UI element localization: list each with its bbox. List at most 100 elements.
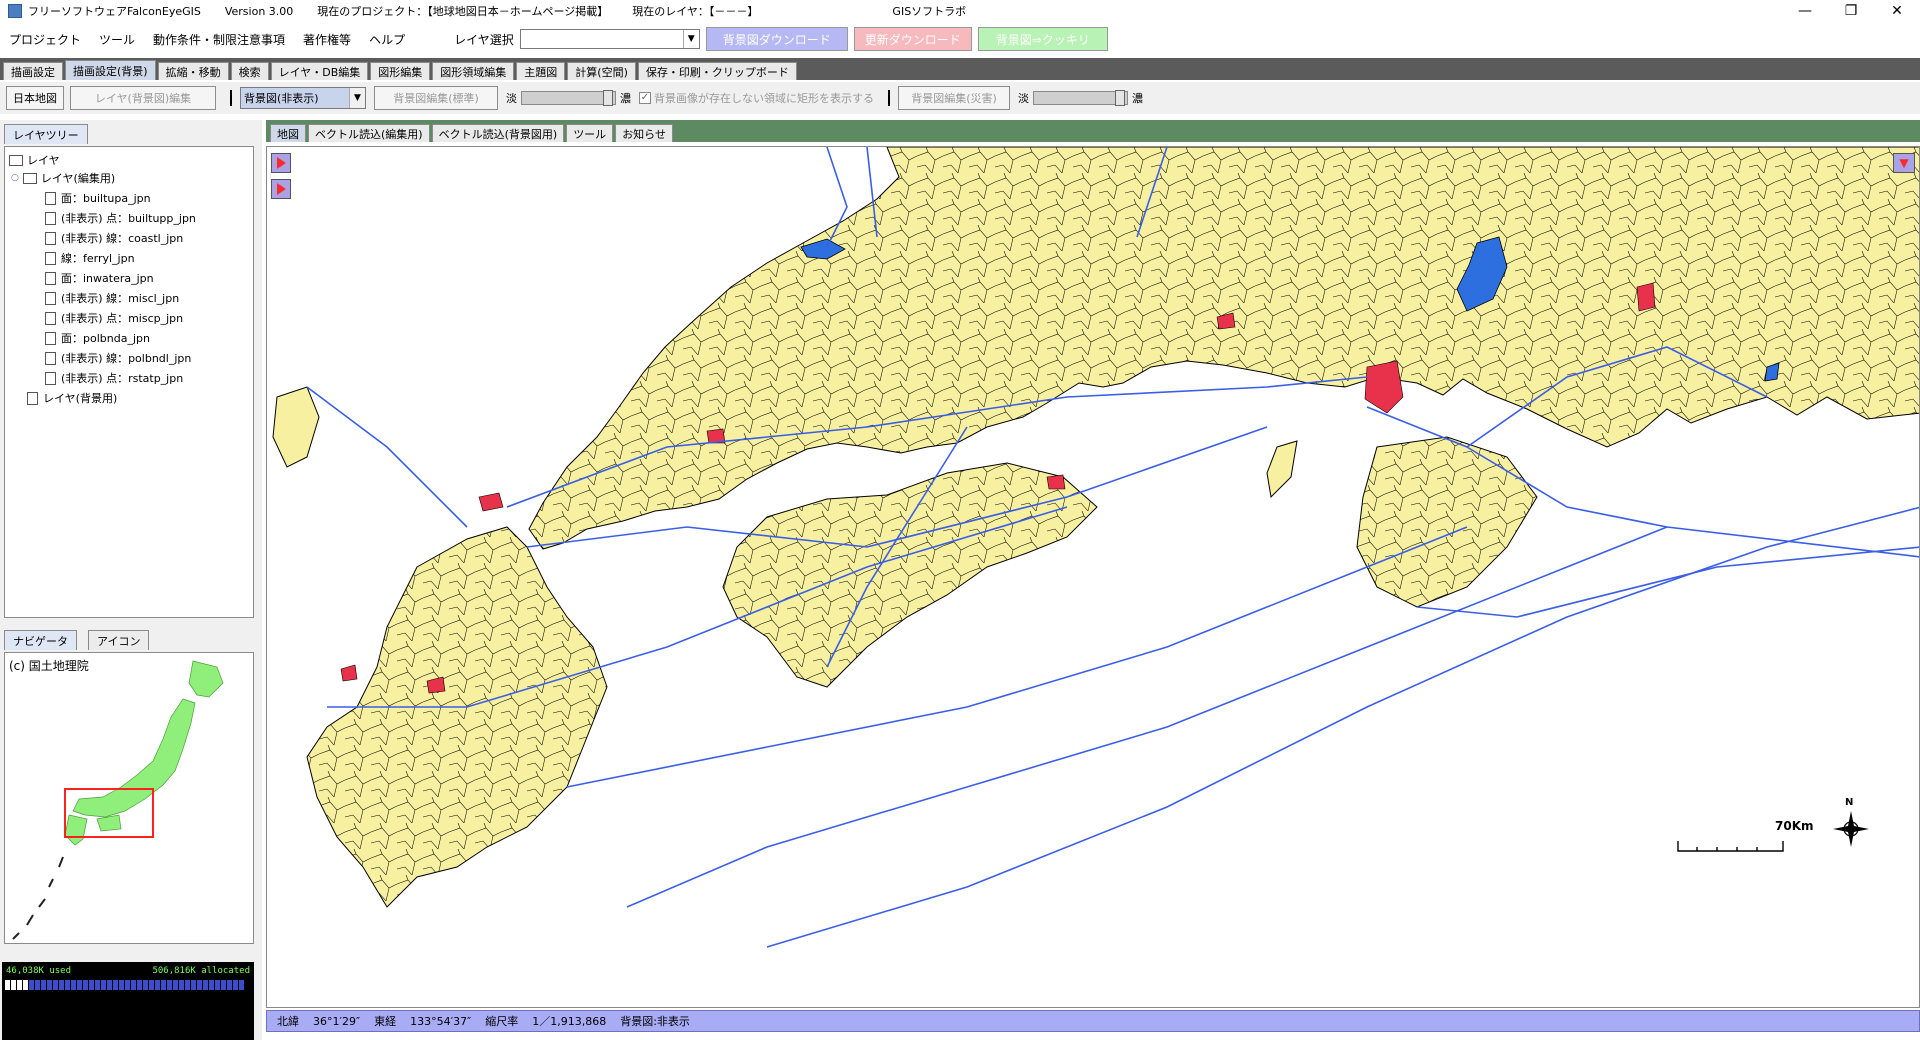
tree-bg-group[interactable]: レイヤ(背景用) — [27, 389, 117, 407]
memory-segment — [143, 980, 148, 990]
memory-segment — [137, 980, 142, 990]
tree-layer-item[interactable]: 面：polbnda_jpn — [45, 329, 150, 347]
tab-vector-edit[interactable]: ベクトル読込(編集用) — [308, 124, 430, 142]
menu-copyright[interactable]: 著作権等 — [294, 31, 360, 48]
kyushu-shape — [64, 814, 88, 846]
navigator-map[interactable]: (c) 国土地理院 — [4, 652, 254, 944]
tree-layer-label: (非表示) 点：miscp_jpn — [61, 312, 184, 325]
memory-segment — [71, 980, 76, 990]
map-frame: 地図 ベクトル読込(編集用) ベクトル読込(背景図用) ツール お知らせ ▼ 7… — [266, 120, 1920, 1040]
tree-bg-group-label: レイヤ(背景用) — [43, 392, 118, 405]
memory-segment — [113, 980, 118, 990]
slider-thumb[interactable] — [1115, 90, 1125, 106]
file-icon — [45, 251, 56, 265]
ferry-route — [566, 526, 1468, 788]
tree-root[interactable]: レイヤ — [9, 151, 60, 169]
overview-map[interactable] — [5, 653, 253, 943]
chevron-down-icon[interactable]: ▼ — [349, 88, 365, 108]
play-icon[interactable] — [271, 153, 291, 173]
maximize-icon[interactable]: ❐ — [1828, 0, 1874, 22]
tab-layer-db-edit[interactable]: レイヤ・DB編集 — [270, 62, 369, 80]
tab-shape-region-edit[interactable]: 図形領域編集 — [432, 62, 515, 80]
menu-bar: プロジェクト ツール 動作条件・制限注意事項 著作権等 ヘルプ レイヤ選択 ▼ … — [0, 24, 1920, 54]
expand-icon[interactable]: ○ — [11, 173, 19, 183]
title-bar: フリーソフトウェアFalconEyeGIS Version 3.00 現在のプロ… — [0, 0, 1920, 22]
tab-draw-settings-bg[interactable]: 描画設定(背景) — [65, 60, 156, 80]
opacity-slider[interactable] — [521, 90, 616, 106]
map-svg[interactable] — [267, 147, 1920, 1008]
bg-edit-standard-button[interactable]: 背景図編集(標準) — [374, 86, 498, 110]
tab-tools[interactable]: ツール — [566, 124, 614, 142]
tab-layer-tree[interactable]: レイヤツリー — [4, 124, 88, 144]
company-name: GISソフトラボ — [892, 5, 967, 18]
tree-layer-item[interactable]: (非表示) 点：builtupp_jpn — [45, 209, 196, 227]
separator — [230, 90, 232, 106]
layer-tree: レイヤ ○ レイヤ(編集用) 面：builtupa_jpn (非表示) 点：bu… — [4, 146, 254, 618]
minimize-icon[interactable]: — — [1782, 0, 1828, 22]
tab-save-print[interactable]: 保存・印刷・クリップボード — [637, 62, 797, 80]
map-canvas[interactable]: ▼ 70Km N — [266, 146, 1920, 1008]
play-icon[interactable] — [271, 179, 291, 199]
urban-kitakyushu — [478, 492, 504, 512]
north-label: N — [1845, 797, 1854, 808]
memory-segment — [185, 980, 190, 990]
close-icon[interactable]: ✕ — [1874, 0, 1920, 22]
tree-layer-item[interactable]: 線：ferryl_jpn — [45, 249, 135, 267]
tree-layer-item[interactable]: (非表示) 点：rstatp_jpn — [45, 369, 183, 387]
opacity-slider-2[interactable] — [1033, 90, 1128, 106]
tree-layer-item[interactable]: (非表示) 線：polbndl_jpn — [45, 349, 191, 367]
layer-select[interactable]: ▼ — [519, 29, 700, 49]
menu-tools[interactable]: ツール — [90, 31, 144, 48]
memory-used: 46,038K used — [6, 966, 72, 976]
tab-icon[interactable]: アイコン — [88, 630, 150, 650]
memory-segment — [101, 980, 106, 990]
tree-layer-item[interactable]: (非表示) 点：miscp_jpn — [45, 309, 183, 327]
bg-edit-disaster-button[interactable]: 背景図編集(災害) — [898, 86, 1010, 110]
tab-vector-bg[interactable]: ベクトル読込(背景図用) — [431, 124, 565, 142]
shikoku-shape — [96, 814, 122, 832]
tab-map[interactable]: 地図 — [270, 124, 306, 142]
tab-navigator[interactable]: ナビゲータ — [4, 630, 77, 650]
tree-root-label: レイヤ — [27, 154, 60, 167]
awaji-island — [1266, 440, 1298, 499]
slider-thumb[interactable] — [603, 90, 613, 106]
menu-help[interactable]: ヘルプ — [360, 31, 414, 48]
show-rect-checkbox[interactable]: ✓ 背景画像が存在しない領域に矩形を表示する — [639, 90, 874, 106]
file-icon — [45, 351, 56, 365]
dark-label-2: 濃 — [1132, 92, 1143, 105]
layer-bg-edit-button[interactable]: レイヤ(背景図)編集 — [70, 86, 216, 110]
memory-segment — [149, 980, 154, 990]
memory-segment — [35, 980, 40, 990]
urban-nagasaki — [340, 664, 358, 682]
checkbox-box[interactable]: ✓ — [639, 92, 651, 104]
update-download-button[interactable]: 更新ダウンロード — [853, 27, 972, 51]
tab-draw-settings[interactable]: 描画設定 — [3, 62, 63, 80]
menu-conditions[interactable]: 動作条件・制限注意事項 — [144, 31, 294, 48]
scale-value: 1／1,913,868 — [532, 1015, 607, 1028]
bg-display-select[interactable]: 背景図(非表示) ▼ — [240, 87, 366, 109]
file-icon — [45, 191, 56, 205]
japan-map-button[interactable]: 日本地図 — [6, 86, 64, 110]
memory-segment — [65, 980, 70, 990]
bg-clear-button[interactable]: 背景図⇒クッキリ — [977, 27, 1108, 51]
tab-shape-edit[interactable]: 図形編集 — [370, 62, 431, 80]
bg-display-value: 背景図(非表示) — [241, 88, 349, 108]
tree-layer-item[interactable]: (非表示) 線：coastl_jpn — [45, 229, 183, 247]
chevron-down-icon[interactable]: ▼ — [682, 30, 699, 48]
tab-zoom-move[interactable]: 拡縮・移動 — [157, 62, 229, 80]
menu-project[interactable]: プロジェクト — [0, 31, 90, 48]
tab-thematic-map[interactable]: 主題図 — [516, 62, 566, 80]
memory-segment — [209, 980, 214, 990]
tab-spatial-calc[interactable]: 計算(空間) — [567, 62, 636, 80]
tree-layer-item[interactable]: (非表示) 線：miscl_jpn — [45, 289, 179, 307]
tree-layer-item[interactable]: 面：builtupa_jpn — [45, 189, 151, 207]
tree-layer-item[interactable]: 面：inwatera_jpn — [45, 269, 154, 287]
tab-search[interactable]: 検索 — [230, 62, 269, 80]
tsushima-island — [272, 386, 320, 468]
expand-icon[interactable]: ▼ — [1893, 153, 1915, 173]
bg-download-button[interactable]: 背景図ダウンロード — [705, 27, 848, 51]
tab-news[interactable]: お知らせ — [615, 124, 673, 142]
tree-edit-group[interactable]: ○ レイヤ(編集用) — [11, 169, 115, 187]
kyushu-boundaries — [307, 527, 607, 907]
file-icon — [27, 391, 38, 405]
